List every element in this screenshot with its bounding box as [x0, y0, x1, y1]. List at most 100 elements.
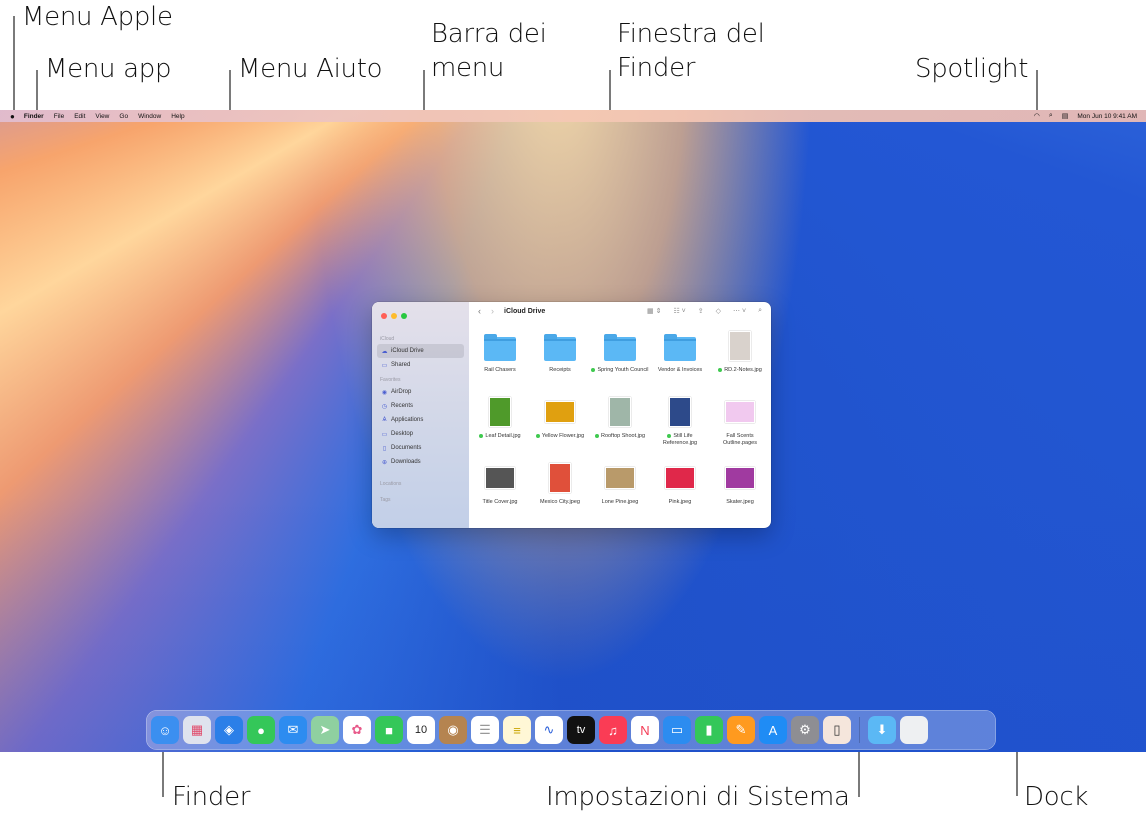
- facetime-icon[interactable]: ■: [375, 716, 403, 744]
- menu-clock[interactable]: Mon Jun 10 9:41 AM: [1077, 113, 1137, 120]
- file-item[interactable]: Mexico City.jpeg: [530, 462, 590, 528]
- music-icon[interactable]: ♫: [599, 716, 627, 744]
- control-center-icon[interactable]: ▤: [1062, 112, 1069, 120]
- sidebar-item-icloud-drive[interactable]: ☁ iCloud Drive: [377, 344, 464, 358]
- callout-finder-window-line2: Finder: [617, 53, 696, 83]
- zoom-button[interactable]: [401, 313, 407, 319]
- menu-view[interactable]: View: [90, 113, 114, 120]
- folder-icon: [664, 330, 696, 362]
- file-item[interactable]: Vendor & Invoices: [650, 330, 710, 396]
- mail-icon[interactable]: ✉: [279, 716, 307, 744]
- trash-icon[interactable]: [900, 716, 928, 744]
- file-name: Rooftop Shoot.jpg: [594, 433, 645, 440]
- sidebar-item-shared[interactable]: ▭ Shared: [377, 358, 464, 372]
- file-grid: Rail Chasers Receipts Spring Youth Council…: [469, 320, 771, 528]
- reminders-icon[interactable]: ☰: [471, 716, 499, 744]
- sidebar-item-label: Desktop: [391, 431, 414, 437]
- menu-edit[interactable]: Edit: [69, 113, 90, 120]
- folder-icon: [544, 330, 576, 362]
- keynote-icon[interactable]: ▭: [663, 716, 691, 744]
- more-icon[interactable]: ⋯ ˅: [733, 307, 746, 315]
- file-item[interactable]: Skater.jpeg: [710, 462, 770, 528]
- file-item[interactable]: Yellow Flower.jpg: [530, 396, 590, 462]
- callout-menu-bar-line2: menu: [431, 53, 505, 83]
- file-name: Vendor & Invoices: [658, 367, 702, 374]
- chevron-left-icon[interactable]: ‹: [478, 306, 481, 316]
- file-item[interactable]: Title Cover.jpg: [470, 462, 530, 528]
- close-button[interactable]: [381, 313, 387, 319]
- menu-window[interactable]: Window: [133, 113, 166, 120]
- grid-view-icon[interactable]: ▦ ⇕: [647, 307, 661, 315]
- menu-go[interactable]: Go: [114, 113, 133, 120]
- sidebar-section-header: Favorites: [380, 377, 401, 383]
- sidebar-item-downloads[interactable]: ⊕ Downloads: [377, 455, 464, 469]
- file-name-text: Yellow Flower.jpg: [541, 433, 585, 439]
- iphone-mirroring-icon[interactable]: ▯: [823, 716, 851, 744]
- maps-icon[interactable]: ➤: [311, 716, 339, 744]
- search-icon[interactable]: ⌕: [758, 307, 762, 315]
- image-thumbnail: [724, 330, 756, 362]
- tag-icon[interactable]: ◇: [716, 307, 721, 315]
- wifi-icon[interactable]: ◠: [1034, 112, 1040, 120]
- file-item[interactable]: Still Life Reference.jpg: [650, 396, 710, 462]
- safari-icon[interactable]: ◈: [215, 716, 243, 744]
- cloud-icon: ☁: [381, 348, 388, 355]
- search-icon[interactable]: ⌕: [1049, 112, 1053, 120]
- file-name: Pink.jpeg: [669, 499, 692, 506]
- file-item[interactable]: Pink.jpeg: [650, 462, 710, 528]
- file-name-text: RD.2-Notes.jpg: [724, 367, 762, 373]
- news-icon[interactable]: N: [631, 716, 659, 744]
- callout-menu-bar-line1: Barra dei: [431, 19, 547, 49]
- callout-finder-window: Finestra del Finder: [617, 17, 765, 85]
- callout-spotlight: Spotlight: [915, 54, 1029, 84]
- green-tag-icon: [718, 367, 723, 372]
- image-thumbnail: [604, 462, 636, 494]
- sidebar-item-applications[interactable]: Ѧ Applications: [377, 413, 464, 427]
- sidebar-item-documents[interactable]: ▯ Documents: [377, 441, 464, 455]
- numbers-icon[interactable]: ▮: [695, 716, 723, 744]
- file-item[interactable]: Fall Scents Outline.pages: [710, 396, 770, 462]
- downloads-folder-icon[interactable]: ⬇: [868, 716, 896, 744]
- chevron-right-icon[interactable]: ›: [491, 306, 494, 316]
- sidebar-item-airdrop[interactable]: ◉ AirDrop: [377, 385, 464, 399]
- file-item[interactable]: Lone Pine.jpeg: [590, 462, 650, 528]
- finder-sidebar: iCloud ☁ iCloud Drive ▭ Shared Favorites ◉ AirD…: [372, 302, 469, 528]
- notes-icon[interactable]: ≡: [503, 716, 531, 744]
- menu-help[interactable]: Help: [166, 113, 189, 120]
- menu-file[interactable]: File: [49, 113, 69, 120]
- file-item[interactable]: Rooftop Shoot.jpg: [590, 396, 650, 462]
- finder-icon[interactable]: ☺: [151, 716, 179, 744]
- share-icon[interactable]: ⇪: [698, 307, 704, 315]
- callout-menu-bar: Barra dei menu: [431, 17, 547, 85]
- file-item[interactable]: Spring Youth Council: [590, 330, 650, 396]
- contacts-icon[interactable]: ◉: [439, 716, 467, 744]
- menu-finder[interactable]: Finder: [19, 113, 49, 120]
- minimize-button[interactable]: [391, 313, 397, 319]
- sidebar-item-recents[interactable]: ◷ Recents: [377, 399, 464, 413]
- apple-icon[interactable]: ●: [10, 112, 19, 121]
- folder-icon: [604, 330, 636, 362]
- file-item[interactable]: Rail Chasers: [470, 330, 530, 396]
- photos-icon[interactable]: ✿: [343, 716, 371, 744]
- file-name-text: Title Cover.jpg: [482, 499, 518, 505]
- file-item[interactable]: Receipts: [530, 330, 590, 396]
- apple-tv-icon[interactable]: tv: [567, 716, 595, 744]
- file-item[interactable]: RD.2-Notes.jpg: [710, 330, 770, 396]
- app-store-icon[interactable]: A: [759, 716, 787, 744]
- file-name: Receipts: [549, 367, 570, 374]
- freeform-icon[interactable]: ∿: [535, 716, 563, 744]
- file-name-text: Fall Scents Outline.pages: [723, 433, 757, 446]
- pages-icon[interactable]: ✎: [727, 716, 755, 744]
- gear-icon[interactable]: ⚙: [791, 716, 819, 744]
- file-item[interactable]: Leaf Detail.jpg: [470, 396, 530, 462]
- callout-line-app: [36, 70, 38, 113]
- file-name-text: Pink.jpeg: [668, 499, 692, 505]
- calendar-icon[interactable]: 10: [407, 716, 435, 744]
- sidebar-item-label: Documents: [391, 445, 422, 451]
- group-icon[interactable]: ☷ ˅: [673, 307, 685, 315]
- file-name-text: Skater.jpeg: [726, 499, 754, 505]
- sidebar-item-desktop[interactable]: ▭ Desktop: [377, 427, 464, 441]
- launchpad-icon[interactable]: ▦: [183, 716, 211, 744]
- messages-icon[interactable]: ●: [247, 716, 275, 744]
- document-thumbnail: [724, 396, 756, 428]
